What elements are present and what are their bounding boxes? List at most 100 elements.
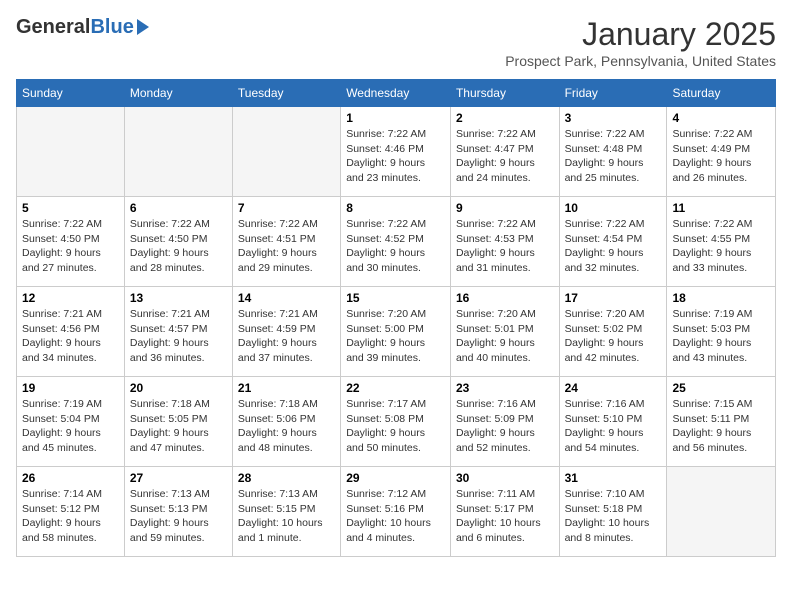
column-header-sunday: Sunday <box>17 80 125 107</box>
day-number: 6 <box>130 201 227 215</box>
page-header: General Blue January 2025 Prospect Park,… <box>16 16 776 69</box>
header-right: January 2025 Prospect Park, Pennsylvania… <box>505 16 776 69</box>
calendar-body: 1 Sunrise: 7:22 AM Sunset: 4:46 PM Daylig… <box>17 107 776 557</box>
calendar-cell <box>17 107 125 197</box>
day-number: 7 <box>238 201 335 215</box>
calendar-cell: 13Sunrise: 7:21 AM Sunset: 4:57 PM Dayli… <box>124 287 232 377</box>
calendar-week-5: 26Sunrise: 7:14 AM Sunset: 5:12 PM Dayli… <box>17 467 776 557</box>
day-info: Sunrise: 7:22 AM Sunset: 4:54 PM Dayligh… <box>565 217 662 276</box>
calendar-cell: 6 Sunrise: 7:22 AM Sunset: 4:50 PM Daylig… <box>124 197 232 287</box>
calendar-cell <box>667 467 776 557</box>
calendar-cell: 21 Sunrise: 7:18 AM Sunset: 5:06 PM Dayli… <box>232 377 340 467</box>
calendar-cell: 19Sunrise: 7:19 AM Sunset: 5:04 PM Dayli… <box>17 377 125 467</box>
day-info: Sunrise: 7:22 AM Sunset: 4:52 PM Dayligh… <box>346 217 445 276</box>
calendar-cell: 27Sunrise: 7:13 AM Sunset: 5:13 PM Dayli… <box>124 467 232 557</box>
calendar-cell: 1 Sunrise: 7:22 AM Sunset: 4:46 PM Daylig… <box>341 107 451 197</box>
day-number: 24 <box>565 381 662 395</box>
calendar-cell: 23 Sunrise: 7:16 AM Sunset: 5:09 PM Dayli… <box>450 377 559 467</box>
day-info: Sunrise: 7:18 AM Sunset: 5:05 PM Dayligh… <box>130 397 227 456</box>
logo-general-text: General <box>16 16 90 39</box>
day-number: 29 <box>346 471 445 485</box>
day-info: Sunrise: 7:19 AM Sunset: 5:03 PM Dayligh… <box>672 307 770 366</box>
day-number: 3 <box>565 111 662 125</box>
calendar-cell: 28 Sunrise: 7:13 AM Sunset: 5:15 PM Dayli… <box>232 467 340 557</box>
day-info: Sunrise: 7:13 AM Sunset: 5:13 PM Dayligh… <box>130 487 227 546</box>
calendar-cell: 30 Sunrise: 7:11 AM Sunset: 5:17 PM Dayli… <box>450 467 559 557</box>
calendar-cell: 10 Sunrise: 7:22 AM Sunset: 4:54 PM Dayli… <box>559 197 667 287</box>
calendar-cell: 20 Sunrise: 7:18 AM Sunset: 5:05 PM Dayli… <box>124 377 232 467</box>
logo-blue-text: Blue <box>90 16 133 39</box>
day-info: Sunrise: 7:22 AM Sunset: 4:50 PM Dayligh… <box>22 217 119 276</box>
day-info: Sunrise: 7:22 AM Sunset: 4:49 PM Dayligh… <box>672 127 770 186</box>
calendar-cell: 25 Sunrise: 7:15 AM Sunset: 5:11 PM Dayli… <box>667 377 776 467</box>
day-info: Sunrise: 7:22 AM Sunset: 4:50 PM Dayligh… <box>130 217 227 276</box>
day-info: Sunrise: 7:18 AM Sunset: 5:06 PM Dayligh… <box>238 397 335 456</box>
calendar-week-2: 5Sunrise: 7:22 AM Sunset: 4:50 PM Daylig… <box>17 197 776 287</box>
day-number: 17 <box>565 291 662 305</box>
day-number: 13 <box>130 291 227 305</box>
calendar-cell: 5Sunrise: 7:22 AM Sunset: 4:50 PM Daylig… <box>17 197 125 287</box>
day-number: 9 <box>456 201 554 215</box>
calendar-cell: 7 Sunrise: 7:22 AM Sunset: 4:51 PM Daylig… <box>232 197 340 287</box>
calendar-week-3: 12 Sunrise: 7:21 AM Sunset: 4:56 PM Dayli… <box>17 287 776 377</box>
calendar-cell: 31 Sunrise: 7:10 AM Sunset: 5:18 PM Dayli… <box>559 467 667 557</box>
day-info: Sunrise: 7:22 AM Sunset: 4:51 PM Dayligh… <box>238 217 335 276</box>
calendar-cell: 22 Sunrise: 7:17 AM Sunset: 5:08 PM Dayli… <box>341 377 451 467</box>
day-info: Sunrise: 7:22 AM Sunset: 4:46 PM Dayligh… <box>346 127 445 186</box>
calendar-cell: 15 Sunrise: 7:20 AM Sunset: 5:00 PM Dayli… <box>341 287 451 377</box>
day-number: 12 <box>22 291 119 305</box>
day-number: 23 <box>456 381 554 395</box>
calendar-cell: 3 Sunrise: 7:22 AM Sunset: 4:48 PM Daylig… <box>559 107 667 197</box>
column-header-wednesday: Wednesday <box>341 80 451 107</box>
day-number: 1 <box>346 111 445 125</box>
day-number: 4 <box>672 111 770 125</box>
day-number: 22 <box>346 381 445 395</box>
column-header-tuesday: Tuesday <box>232 80 340 107</box>
day-number: 26 <box>22 471 119 485</box>
day-number: 21 <box>238 381 335 395</box>
logo-arrow-icon <box>137 19 149 35</box>
day-number: 20 <box>130 381 227 395</box>
day-info: Sunrise: 7:20 AM Sunset: 5:01 PM Dayligh… <box>456 307 554 366</box>
calendar-cell: 8Sunrise: 7:22 AM Sunset: 4:52 PM Daylig… <box>341 197 451 287</box>
day-info: Sunrise: 7:17 AM Sunset: 5:08 PM Dayligh… <box>346 397 445 456</box>
day-number: 25 <box>672 381 770 395</box>
day-info: Sunrise: 7:21 AM Sunset: 4:56 PM Dayligh… <box>22 307 119 366</box>
day-info: Sunrise: 7:11 AM Sunset: 5:17 PM Dayligh… <box>456 487 554 546</box>
calendar-cell: 4 Sunrise: 7:22 AM Sunset: 4:49 PM Daylig… <box>667 107 776 197</box>
day-info: Sunrise: 7:22 AM Sunset: 4:48 PM Dayligh… <box>565 127 662 186</box>
day-info: Sunrise: 7:15 AM Sunset: 5:11 PM Dayligh… <box>672 397 770 456</box>
column-header-thursday: Thursday <box>450 80 559 107</box>
day-number: 30 <box>456 471 554 485</box>
day-info: Sunrise: 7:10 AM Sunset: 5:18 PM Dayligh… <box>565 487 662 546</box>
day-number: 10 <box>565 201 662 215</box>
calendar-header-row: SundayMondayTuesdayWednesdayThursdayFrid… <box>17 80 776 107</box>
day-info: Sunrise: 7:12 AM Sunset: 5:16 PM Dayligh… <box>346 487 445 546</box>
calendar-week-4: 19Sunrise: 7:19 AM Sunset: 5:04 PM Dayli… <box>17 377 776 467</box>
day-number: 15 <box>346 291 445 305</box>
calendar-cell: 24 Sunrise: 7:16 AM Sunset: 5:10 PM Dayli… <box>559 377 667 467</box>
day-info: Sunrise: 7:19 AM Sunset: 5:04 PM Dayligh… <box>22 397 119 456</box>
day-info: Sunrise: 7:20 AM Sunset: 5:00 PM Dayligh… <box>346 307 445 366</box>
day-number: 18 <box>672 291 770 305</box>
day-info: Sunrise: 7:20 AM Sunset: 5:02 PM Dayligh… <box>565 307 662 366</box>
column-header-saturday: Saturday <box>667 80 776 107</box>
calendar-cell: 16 Sunrise: 7:20 AM Sunset: 5:01 PM Dayli… <box>450 287 559 377</box>
day-number: 28 <box>238 471 335 485</box>
day-info: Sunrise: 7:13 AM Sunset: 5:15 PM Dayligh… <box>238 487 335 546</box>
location-text: Prospect Park, Pennsylvania, United Stat… <box>505 53 776 69</box>
day-number: 2 <box>456 111 554 125</box>
calendar-cell <box>232 107 340 197</box>
calendar-cell <box>124 107 232 197</box>
day-number: 31 <box>565 471 662 485</box>
day-number: 11 <box>672 201 770 215</box>
day-info: Sunrise: 7:22 AM Sunset: 4:53 PM Dayligh… <box>456 217 554 276</box>
day-info: Sunrise: 7:16 AM Sunset: 5:10 PM Dayligh… <box>565 397 662 456</box>
day-number: 14 <box>238 291 335 305</box>
day-info: Sunrise: 7:22 AM Sunset: 4:47 PM Dayligh… <box>456 127 554 186</box>
month-title: January 2025 <box>505 16 776 53</box>
day-info: Sunrise: 7:22 AM Sunset: 4:55 PM Dayligh… <box>672 217 770 276</box>
day-info: Sunrise: 7:16 AM Sunset: 5:09 PM Dayligh… <box>456 397 554 456</box>
day-number: 16 <box>456 291 554 305</box>
calendar-cell: 11 Sunrise: 7:22 AM Sunset: 4:55 PM Dayli… <box>667 197 776 287</box>
